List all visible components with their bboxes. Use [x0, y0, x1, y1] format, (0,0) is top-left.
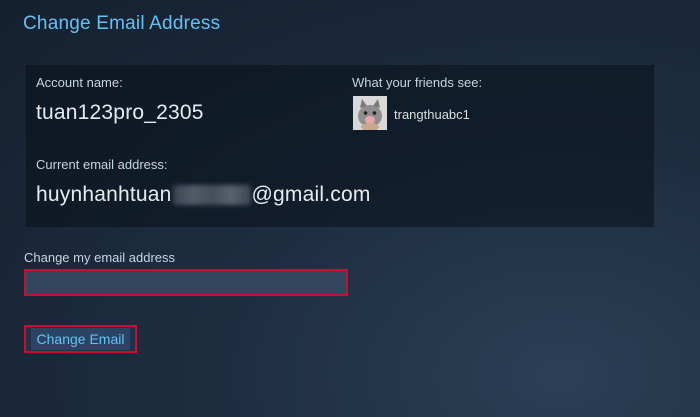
change-email-label: Change my email address: [24, 250, 176, 265]
page-title: Change Email Address: [23, 13, 221, 34]
email-suffix: @gmail.com: [251, 183, 371, 206]
account-name-value: tuan123pro_2305: [36, 101, 204, 124]
friends-see-label: What your friends see:: [352, 75, 483, 90]
new-email-input[interactable]: [24, 269, 348, 296]
email-prefix: huynhanhtuan: [36, 183, 172, 206]
cat-avatar-icon[interactable]: [353, 96, 387, 130]
current-email-label: Current email address:: [36, 157, 168, 172]
account-info-panel: Account name: tuan123pro_2305 What your …: [26, 65, 654, 227]
change-email-button-label: Change Email: [30, 328, 131, 350]
persona-name: trangthuabc1: [394, 107, 470, 122]
account-name-label: Account name:: [36, 75, 123, 90]
current-email-value: huynhanhtuan @gmail.com: [36, 183, 371, 207]
change-email-button[interactable]: Change Email: [24, 325, 137, 353]
blurred-redaction: [172, 185, 251, 205]
